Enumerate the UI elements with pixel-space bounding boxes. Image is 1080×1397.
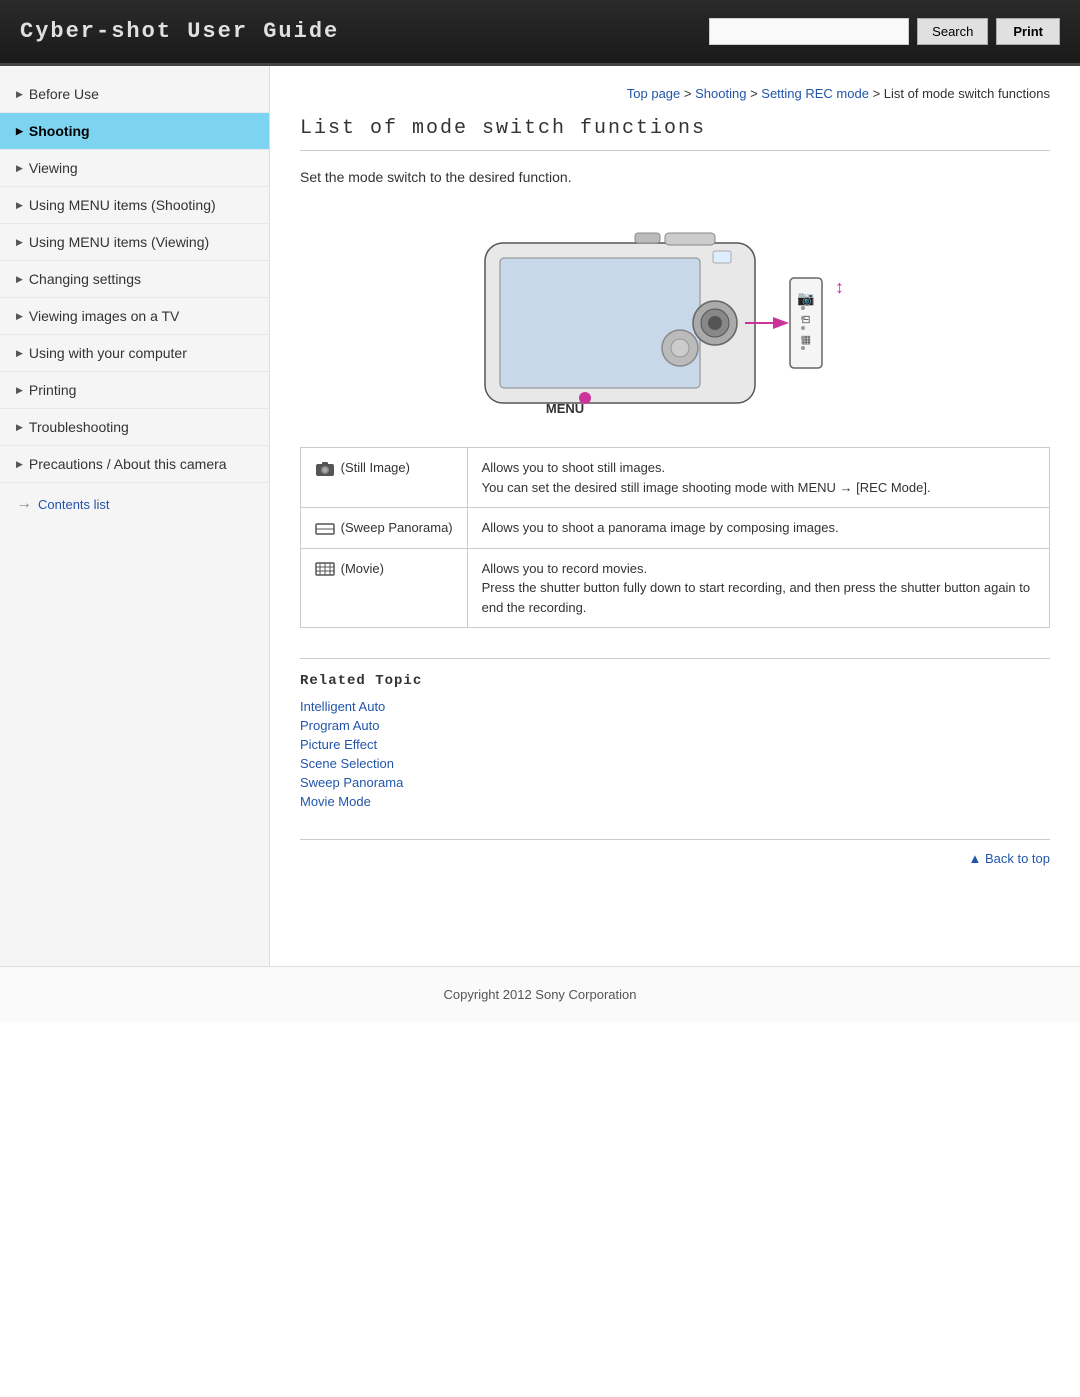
breadcrumb-top[interactable]: Top page: [627, 86, 681, 101]
table-row: (Movie) Allows you to record movies. Pre…: [301, 548, 1050, 628]
content-area: Top page > Shooting > Setting REC mode >…: [270, 66, 1080, 966]
arrow-icon: [16, 126, 23, 137]
sidebar-item-computer[interactable]: Using with your computer: [0, 335, 269, 372]
movie-icon: [315, 561, 335, 577]
breadcrumb: Top page > Shooting > Setting REC mode >…: [300, 76, 1050, 117]
arrow-icon: [16, 348, 23, 359]
back-to-top: ▲ Back to top: [300, 839, 1050, 866]
table-row: (Sweep Panorama) Allows you to shoot a p…: [301, 508, 1050, 549]
search-button[interactable]: Search: [917, 18, 988, 45]
mode-movie-desc: Allows you to record movies. Press the s…: [467, 548, 1049, 628]
sidebar-item-changing-settings[interactable]: Changing settings: [0, 261, 269, 298]
mode-still-desc: Allows you to shoot still images. You ca…: [467, 448, 1049, 508]
footer: Copyright 2012 Sony Corporation: [0, 966, 1080, 1022]
related-link-scene-selection[interactable]: Scene Selection: [300, 756, 1050, 771]
sidebar-item-before-use[interactable]: Before Use: [0, 76, 269, 113]
sidebar: Before Use Shooting Viewing Using MENU i…: [0, 66, 270, 966]
sidebar-item-viewing-tv[interactable]: Viewing images on a TV: [0, 298, 269, 335]
breadcrumb-setting-rec[interactable]: Setting REC mode: [761, 86, 869, 101]
related-link-program-auto[interactable]: Program Auto: [300, 718, 1050, 733]
related-topic-title: Related Topic: [300, 673, 1050, 689]
still-image-icon: [315, 461, 335, 477]
arrow-icon: [16, 311, 23, 322]
sidebar-item-menu-viewing[interactable]: Using MENU items (Viewing): [0, 224, 269, 261]
sidebar-item-menu-shooting[interactable]: Using MENU items (Shooting): [0, 187, 269, 224]
svg-text:📷: 📷: [797, 290, 814, 307]
mode-icon-sweep: (Sweep Panorama): [301, 508, 468, 549]
camera-svg: MENU 📷 ⊟ ▦ ↕: [465, 203, 885, 423]
arrow-icon: [16, 237, 23, 248]
related-topic-section: Related Topic Intelligent Auto Program A…: [300, 658, 1050, 809]
svg-text:⊟: ⊟: [801, 314, 810, 326]
table-row: (Still Image) Allows you to shoot still …: [301, 448, 1050, 508]
intro-text: Set the mode switch to the desired funct…: [300, 169, 1050, 185]
arrow-icon: [16, 274, 23, 285]
related-link-picture-effect[interactable]: Picture Effect: [300, 737, 1050, 752]
sidebar-item-printing[interactable]: Printing: [0, 372, 269, 409]
svg-text:MENU: MENU: [546, 401, 584, 416]
sweep-panorama-icon: [315, 522, 335, 536]
sidebar-item-troubleshooting[interactable]: Troubleshooting: [0, 409, 269, 446]
arrow-icon: [16, 459, 23, 470]
arrow-icon: [16, 385, 23, 396]
main-layout: Before Use Shooting Viewing Using MENU i…: [0, 66, 1080, 966]
related-link-intelligent-auto[interactable]: Intelligent Auto: [300, 699, 1050, 714]
breadcrumb-current: List of mode switch functions: [884, 86, 1050, 101]
header-controls: Search Print: [709, 18, 1060, 45]
page-title: List of mode switch functions: [300, 117, 1050, 151]
mode-sweep-desc: Allows you to shoot a panorama image by …: [467, 508, 1049, 549]
header: Cyber-shot User Guide Search Print: [0, 0, 1080, 66]
print-button[interactable]: Print: [996, 18, 1060, 45]
site-title: Cyber-shot User Guide: [20, 19, 339, 44]
sidebar-item-viewing[interactable]: Viewing: [0, 150, 269, 187]
mode-table: (Still Image) Allows you to shoot still …: [300, 447, 1050, 628]
contents-list-link[interactable]: → Contents list: [0, 483, 269, 525]
back-to-top-link[interactable]: ▲ Back to top: [968, 851, 1050, 866]
arrow-icon: [16, 200, 23, 211]
mode-icon-still: (Still Image): [301, 448, 468, 508]
breadcrumb-shooting[interactable]: Shooting: [695, 86, 746, 101]
arrow-icon: [16, 422, 23, 433]
search-input[interactable]: [709, 18, 909, 45]
sidebar-item-precautions[interactable]: Precautions / About this camera: [0, 446, 269, 483]
svg-text:▦: ▦: [801, 334, 811, 346]
svg-text:↕: ↕: [835, 277, 844, 297]
related-link-movie-mode[interactable]: Movie Mode: [300, 794, 1050, 809]
arrow-icon: [16, 89, 23, 100]
related-link-sweep-panorama[interactable]: Sweep Panorama: [300, 775, 1050, 790]
camera-diagram: MENU 📷 ⊟ ▦ ↕: [300, 203, 1050, 423]
mode-icon-movie: (Movie): [301, 548, 468, 628]
sidebar-item-shooting[interactable]: Shooting: [0, 113, 269, 150]
arrow-icon: [16, 163, 23, 174]
copyright-text: Copyright 2012 Sony Corporation: [444, 987, 637, 1002]
